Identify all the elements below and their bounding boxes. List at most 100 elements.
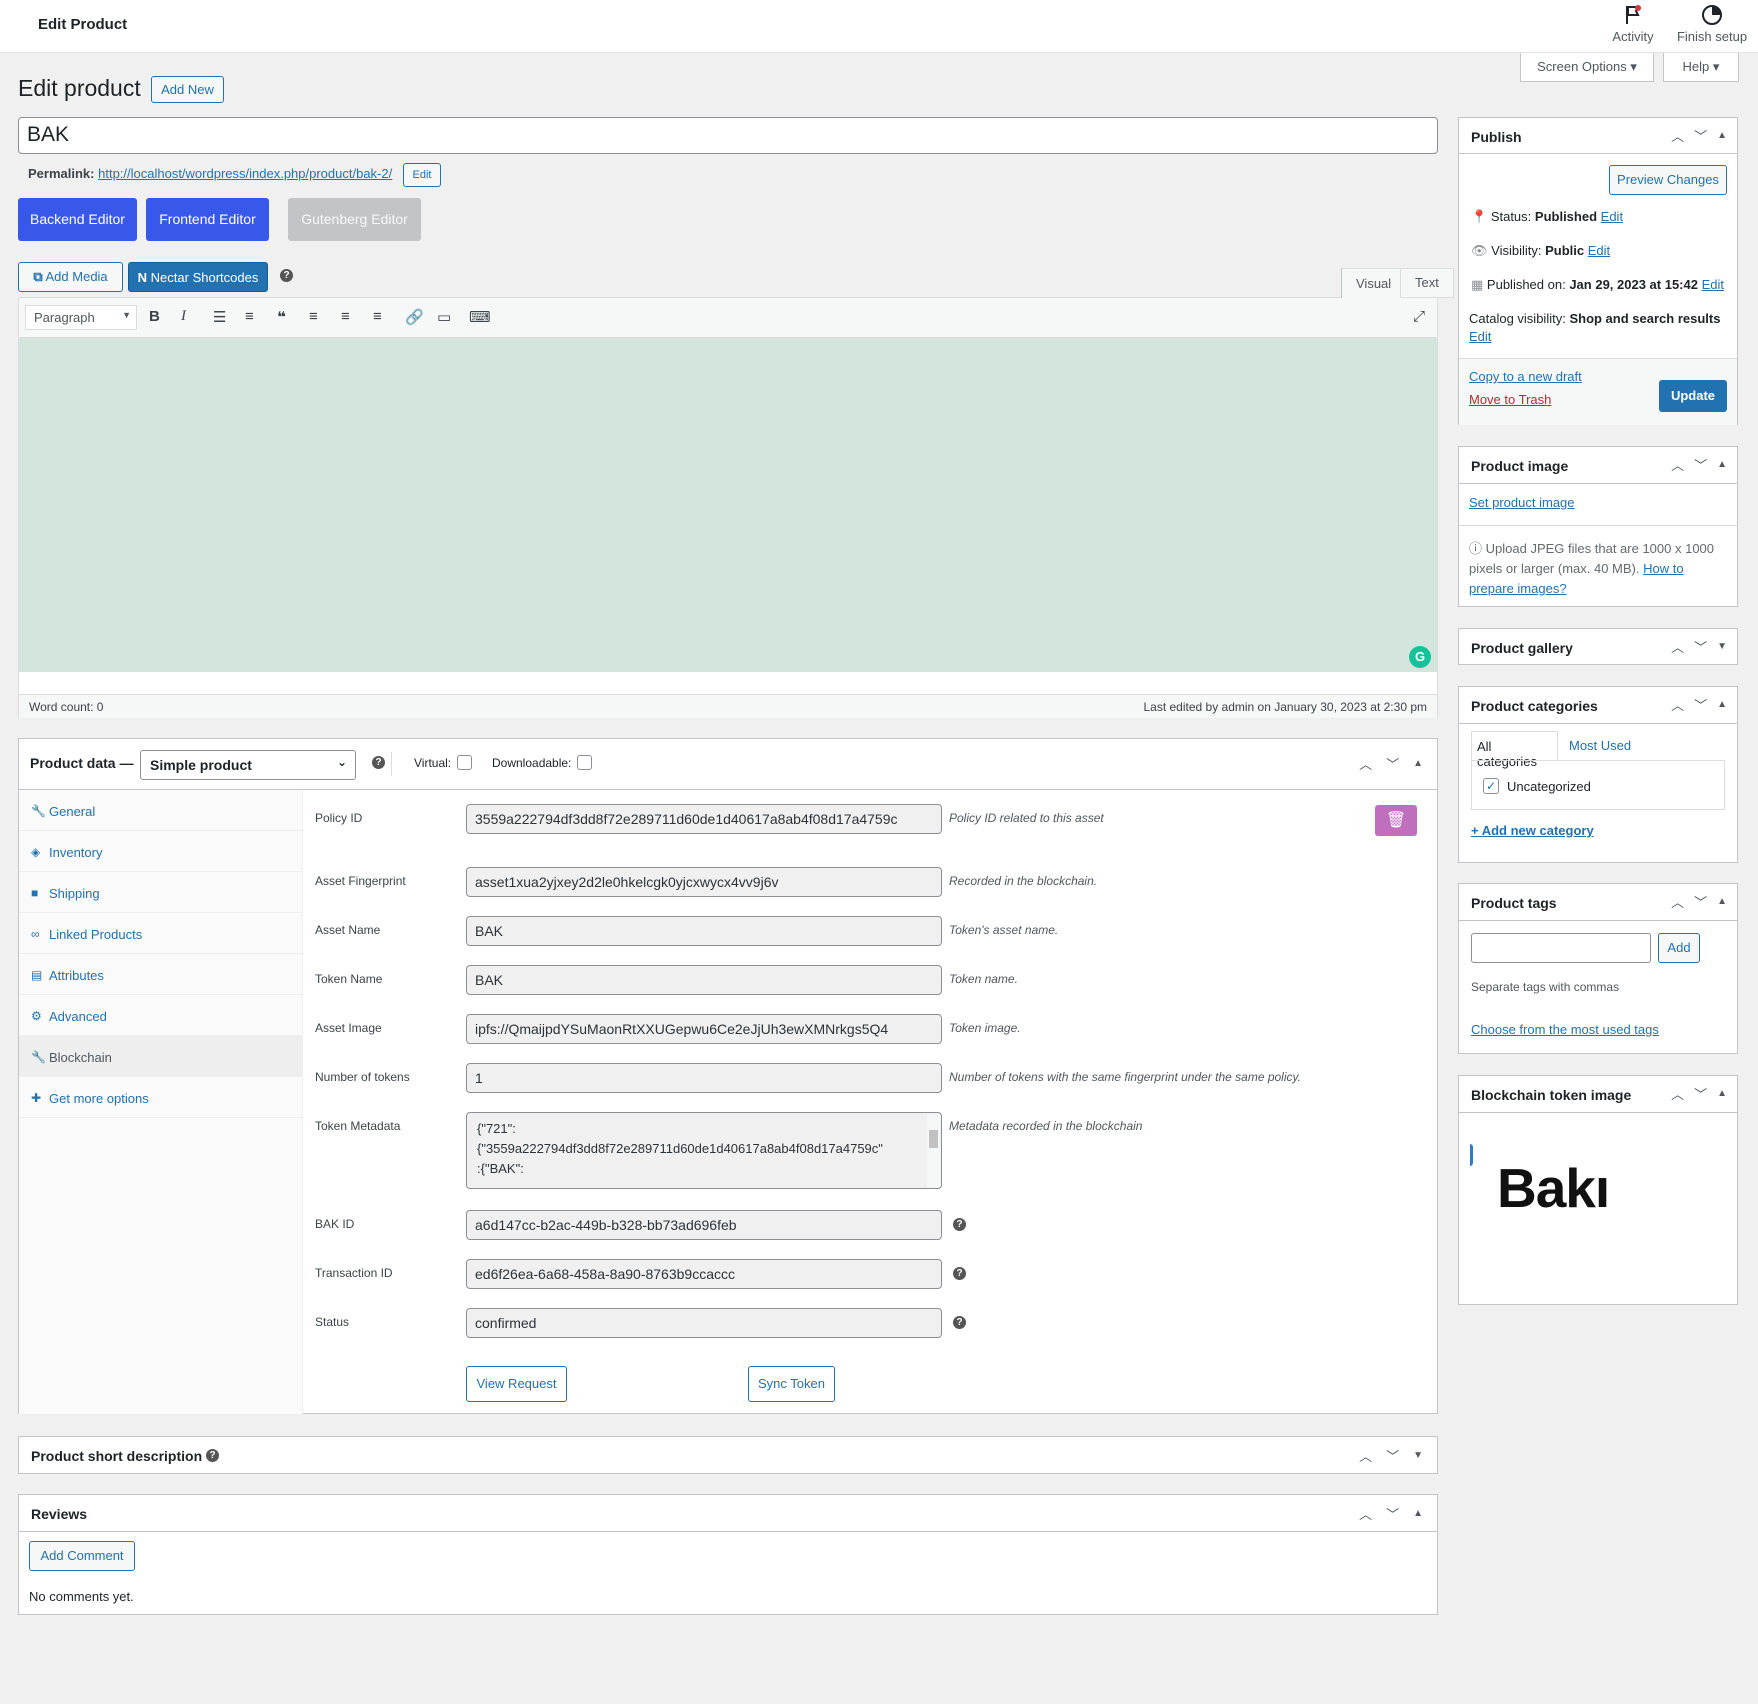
edit-date-link[interactable]: Edit bbox=[1702, 277, 1724, 292]
toggle-icon[interactable]: ▼ bbox=[1413, 1450, 1423, 1461]
link-icon[interactable]: 🔗 bbox=[405, 308, 424, 326]
product-type-select[interactable]: Simple product ⌄ bbox=[140, 750, 356, 780]
tab-visual[interactable]: Visual bbox=[1341, 268, 1407, 299]
prepare-images-link[interactable]: prepare images? bbox=[1469, 581, 1567, 596]
help-icon[interactable]: ? bbox=[280, 269, 293, 282]
help-icon[interactable]: ? bbox=[953, 1218, 966, 1231]
set-product-image-link[interactable]: Set product image bbox=[1469, 495, 1575, 510]
delete-button[interactable]: 🗑 bbox=[1375, 805, 1417, 836]
preview-changes-button[interactable]: Preview Changes bbox=[1609, 165, 1727, 195]
permalink-edit-button[interactable]: Edit bbox=[403, 163, 441, 187]
move-to-trash-link[interactable]: Move to Trash bbox=[1469, 392, 1551, 407]
bullet-list-icon[interactable]: ☰ bbox=[213, 308, 231, 326]
view-request-button[interactable]: View Request bbox=[466, 1366, 567, 1402]
finish-setup-button[interactable]: Finish setup bbox=[1674, 4, 1750, 44]
tab-general[interactable]: 🔧 General bbox=[19, 790, 303, 831]
edit-status-link[interactable]: Edit bbox=[1601, 209, 1623, 224]
tab-advanced[interactable]: ⚙ Advanced bbox=[19, 995, 303, 1036]
uncategorized-checkbox[interactable]: ✓ bbox=[1483, 778, 1499, 794]
tab-all-categories[interactable]: All categories bbox=[1471, 731, 1558, 769]
chevron-up-icon[interactable]: ︿ bbox=[1671, 126, 1684, 145]
status-input[interactable]: confirmed bbox=[466, 1308, 942, 1338]
chevron-down-icon[interactable]: ﹀ bbox=[1694, 695, 1707, 714]
chevron-down-icon[interactable]: ﹀ bbox=[1694, 637, 1707, 656]
help-icon[interactable]: ? bbox=[953, 1267, 966, 1280]
chevron-up-icon[interactable]: ︿ bbox=[1359, 1446, 1372, 1465]
asset-image-input[interactable]: ipfs://QmaijpdYSuMaonRtXXUGepwu6Ce2eJjUh… bbox=[466, 1014, 942, 1044]
scrollbar[interactable] bbox=[927, 1114, 940, 1187]
chevron-up-icon[interactable]: ︿ bbox=[1671, 1084, 1684, 1103]
align-center-icon[interactable]: ≡ bbox=[341, 308, 359, 326]
bold-icon[interactable]: B bbox=[149, 308, 167, 326]
toggle-icon[interactable]: ▲ bbox=[1717, 1088, 1727, 1099]
grammarly-icon[interactable]: G bbox=[1409, 646, 1431, 668]
tab-most-used[interactable]: Most Used bbox=[1569, 738, 1631, 753]
edit-catalog-link[interactable]: Edit bbox=[1469, 329, 1491, 344]
fullscreen-icon[interactable]: ⤢ bbox=[1413, 308, 1425, 325]
screen-options-button[interactable]: Screen Options ▾ bbox=[1520, 53, 1654, 82]
add-new-button[interactable]: Add New bbox=[151, 76, 224, 103]
permalink-link[interactable]: http://localhost/wordpress/index.php/pro… bbox=[98, 166, 392, 181]
toggle-icon[interactable]: ▲ bbox=[1717, 130, 1727, 141]
italic-icon[interactable]: I bbox=[181, 308, 199, 326]
downloadable-checkbox[interactable] bbox=[577, 755, 592, 770]
tab-text[interactable]: Text bbox=[1400, 268, 1454, 298]
chevron-up-icon[interactable]: ︿ bbox=[1359, 1504, 1372, 1523]
chevron-down-icon[interactable]: ﹀ bbox=[1694, 1084, 1707, 1103]
chevron-up-icon[interactable]: ︿ bbox=[1359, 754, 1372, 773]
chevron-down-icon[interactable]: ﹀ bbox=[1694, 126, 1707, 145]
token-name-input[interactable]: BAK bbox=[466, 965, 942, 995]
tab-get-more-options[interactable]: ✚ Get more options bbox=[19, 1077, 303, 1118]
frontend-editor-button[interactable]: Frontend Editor bbox=[146, 198, 269, 241]
bak-id-input[interactable]: a6d147cc-b2ac-449b-b328-bb73ad696feb bbox=[466, 1210, 942, 1240]
chevron-down-icon[interactable]: ﹀ bbox=[1386, 1446, 1399, 1465]
toggle-icon[interactable]: ▲ bbox=[1717, 459, 1727, 470]
tag-input[interactable] bbox=[1471, 933, 1651, 963]
help-icon[interactable]: ? bbox=[206, 1449, 219, 1462]
format-select[interactable]: Paragraph ▼ bbox=[25, 305, 137, 330]
toggle-icon[interactable]: ▲ bbox=[1413, 1508, 1423, 1519]
choose-tags-link[interactable]: Choose from the most used tags bbox=[1471, 1022, 1659, 1037]
nectar-shortcodes-button[interactable]: N Nectar Shortcodes bbox=[128, 262, 268, 292]
backend-editor-button[interactable]: Backend Editor bbox=[18, 198, 137, 241]
tab-attributes[interactable]: ▤ Attributes bbox=[19, 954, 303, 995]
metadata-textarea[interactable]: {"721": {"3559a222794df3dd8f72e289711d60… bbox=[466, 1112, 942, 1189]
chevron-up-icon[interactable]: ︿ bbox=[1671, 455, 1684, 474]
update-button[interactable]: Update bbox=[1659, 380, 1727, 412]
editor-content-area[interactable] bbox=[19, 338, 1437, 672]
toggle-icon[interactable]: ▼ bbox=[1717, 641, 1727, 652]
toggle-icon[interactable]: ▲ bbox=[1717, 896, 1727, 907]
fingerprint-input[interactable]: asset1xua2yjxey2d2le0hkelcgk0yjcxwycx4vv… bbox=[466, 867, 942, 897]
help-icon[interactable]: ? bbox=[953, 1316, 966, 1329]
add-category-link[interactable]: + Add new category bbox=[1471, 823, 1594, 838]
num-tokens-input[interactable]: 1 bbox=[466, 1063, 942, 1093]
activity-button[interactable]: Activity bbox=[1605, 4, 1661, 44]
chevron-up-icon[interactable]: ︿ bbox=[1671, 892, 1684, 911]
numbered-list-icon[interactable]: ≡ bbox=[245, 308, 263, 326]
chevron-down-icon[interactable]: ﹀ bbox=[1694, 892, 1707, 911]
chevron-down-icon[interactable]: ﹀ bbox=[1386, 1504, 1399, 1523]
read-more-icon[interactable]: ▭ bbox=[437, 308, 455, 326]
chevron-down-icon[interactable]: ﹀ bbox=[1694, 455, 1707, 474]
asset-name-input[interactable]: BAK bbox=[466, 916, 942, 946]
chevron-down-icon[interactable]: ﹀ bbox=[1386, 754, 1399, 773]
toolbar-toggle-icon[interactable]: ⌨ bbox=[469, 308, 491, 326]
help-icon[interactable]: ? bbox=[372, 756, 385, 769]
copy-draft-link[interactable]: Copy to a new draft bbox=[1469, 369, 1582, 384]
toggle-icon[interactable]: ▲ bbox=[1717, 699, 1727, 710]
chevron-up-icon[interactable]: ︿ bbox=[1671, 695, 1684, 714]
align-right-icon[interactable]: ≡ bbox=[373, 308, 391, 326]
blockquote-icon[interactable]: ❝ bbox=[277, 308, 295, 326]
align-left-icon[interactable]: ≡ bbox=[309, 308, 327, 326]
help-button[interactable]: Help ▾ bbox=[1663, 53, 1739, 82]
chevron-up-icon[interactable]: ︿ bbox=[1671, 637, 1684, 656]
tab-linked-products[interactable]: ∞ Linked Products bbox=[19, 913, 303, 954]
edit-visibility-link[interactable]: Edit bbox=[1588, 243, 1610, 258]
tab-shipping[interactable]: ■ Shipping bbox=[19, 872, 303, 913]
tab-inventory[interactable]: ◈ Inventory bbox=[19, 831, 303, 872]
add-media-button[interactable]: ⧉ Add Media bbox=[18, 262, 123, 292]
how-to-link[interactable]: How to bbox=[1643, 561, 1683, 576]
add-comment-button[interactable]: Add Comment bbox=[29, 1541, 135, 1571]
toggle-icon[interactable]: ▲ bbox=[1413, 758, 1423, 769]
virtual-checkbox[interactable] bbox=[457, 755, 472, 770]
